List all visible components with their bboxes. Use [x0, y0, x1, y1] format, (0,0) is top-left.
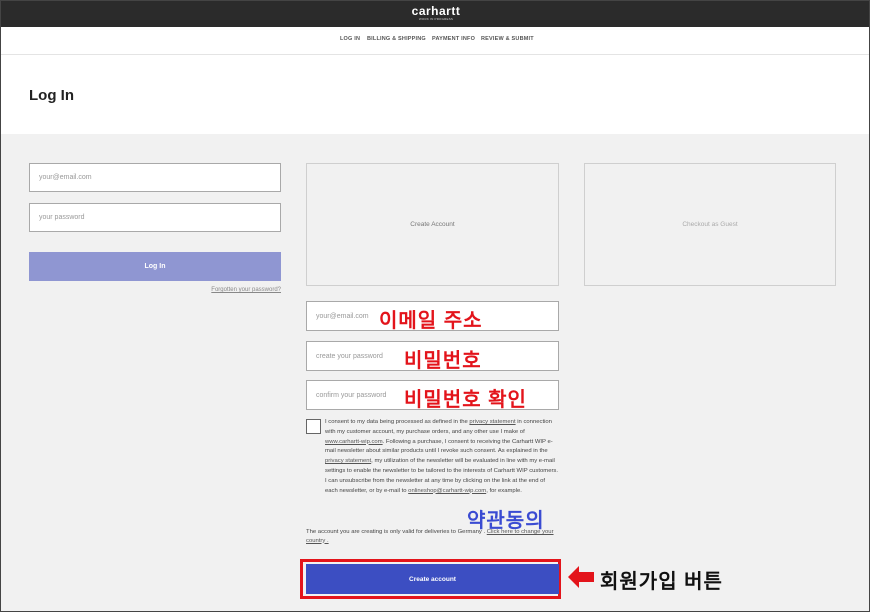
register-email-placeholder: your@email.com: [316, 312, 369, 320]
consent-text-5: , for example.: [486, 487, 522, 494]
step-review-submit: REVIEW & SUBMIT: [481, 36, 534, 42]
step-billing-shipping: BILLING & SHIPPING: [367, 36, 426, 42]
annotation-email: 이메일 주소: [379, 310, 483, 332]
email-link[interactable]: onlineshop@carhartt-wip.com: [408, 488, 486, 494]
login-password-input[interactable]: your password: [29, 203, 281, 232]
website-link[interactable]: www.carhartt-wip.com: [325, 439, 383, 445]
forgot-password-link[interactable]: Forgotten your password?: [199, 287, 281, 293]
login-button[interactable]: Log In: [29, 252, 281, 281]
delivery-country-note: The account you are creating is only val…: [306, 528, 559, 545]
annotation-password: 비밀번호: [404, 350, 482, 372]
step-login: LOG IN: [340, 36, 361, 42]
checkout-guest-label: Checkout as Guest: [682, 221, 738, 228]
checkout-guest-panel[interactable]: Checkout as Guest: [584, 163, 836, 286]
brand-tagline: WORK IN PROGRESS: [418, 17, 454, 21]
create-account-panel[interactable]: Create Account: [306, 163, 559, 286]
register-password-placeholder: create your password: [316, 352, 383, 360]
register-confirm-placeholder: confirm your password: [316, 391, 387, 399]
page-header: Log In: [0, 55, 870, 134]
arrow-left-icon: [568, 566, 594, 588]
login-email-placeholder: your@email.com: [39, 174, 92, 181]
consent-text: I consent to my data being processed as …: [325, 418, 559, 496]
top-bar: carhartt WORK IN PROGRESS: [0, 0, 870, 27]
login-password-placeholder: your password: [39, 214, 85, 221]
consent-text-1: I consent to my data being processed as …: [325, 419, 470, 425]
login-email-input[interactable]: your@email.com: [29, 163, 281, 192]
delivery-text: The account you are creating is only val…: [306, 529, 487, 535]
consent-checkbox[interactable]: [306, 419, 321, 434]
privacy-statement-link-2[interactable]: privacy statement: [325, 458, 371, 464]
annotation-signup-button: 회원가입 버튼: [600, 571, 723, 593]
checkout-steps: LOG IN BILLING & SHIPPING PAYMENT INFO R…: [0, 27, 870, 55]
brand-logo[interactable]: carhartt: [405, 4, 467, 18]
step-payment-info: PAYMENT INFO: [432, 36, 476, 42]
create-account-button[interactable]: Create account: [306, 564, 559, 594]
create-account-label: Create Account: [410, 221, 455, 228]
page-title: Log In: [29, 87, 74, 104]
privacy-statement-link[interactable]: privacy statement: [469, 419, 515, 425]
annotation-password-confirm: 비밀번호 확인: [404, 389, 527, 411]
